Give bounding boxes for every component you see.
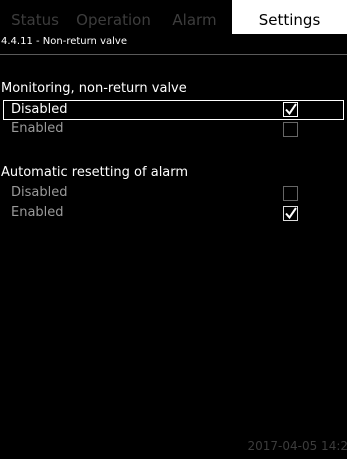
tab-alarm[interactable]: Alarm — [157, 0, 232, 34]
option-label: Enabled — [11, 121, 64, 136]
option-label: Disabled — [11, 185, 68, 200]
checkbox[interactable] — [283, 102, 298, 117]
option-label: Disabled — [11, 102, 68, 117]
checkbox[interactable] — [283, 206, 298, 221]
resetting-heading: Automatic resetting of alarm — [1, 165, 189, 180]
monitoring-heading: Monitoring, non-return valve — [1, 81, 187, 96]
checkmark-icon — [285, 207, 297, 220]
resetting-option-disabled[interactable]: Disabled — [0, 184, 347, 204]
breadcrumb: 4.4.11 - Non-return valve — [1, 36, 127, 47]
timestamp: 2017-04-05 14:2 — [247, 439, 347, 453]
checkbox[interactable] — [283, 122, 298, 137]
tab-operation[interactable]: Operation — [70, 0, 157, 34]
tab-bar: Status Operation Alarm Settings — [0, 0, 347, 34]
divider — [0, 54, 347, 55]
monitoring-option-disabled[interactable]: Disabled — [3, 100, 344, 120]
tab-status[interactable]: Status — [0, 0, 70, 34]
tab-settings[interactable]: Settings — [232, 0, 347, 34]
resetting-option-enabled[interactable]: Enabled — [0, 204, 347, 224]
option-label: Enabled — [11, 205, 64, 220]
checkbox[interactable] — [283, 186, 298, 201]
checkmark-icon — [285, 103, 297, 116]
monitoring-option-enabled[interactable]: Enabled — [0, 120, 347, 140]
